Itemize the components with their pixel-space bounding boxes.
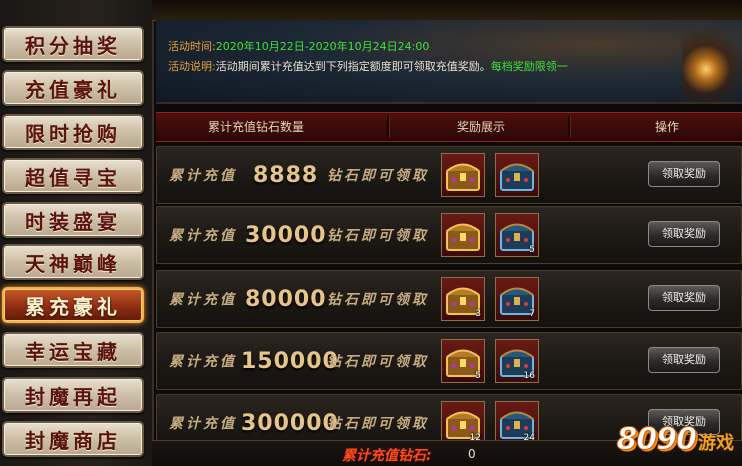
- reward-item[interactable]: 16: [495, 339, 539, 383]
- header-rewards: 奖励展示: [456, 120, 505, 134]
- item-count: 7: [529, 309, 535, 319]
- claim-reward-button[interactable]: 领取奖励: [648, 221, 720, 247]
- sidebar-item-label: 幸运宝藏: [25, 339, 121, 364]
- reward-row: 累计充值 80000 钻石即可领取 3 7 领取奖励: [156, 270, 742, 328]
- sidebar-item-seal-demon-return[interactable]: 封魔再起: [2, 377, 144, 413]
- reward-row: 累计充值 30000 钻石即可领取 5 领取奖励: [156, 206, 742, 264]
- item-count: 3: [475, 309, 481, 319]
- top-title-strip: [152, 0, 742, 21]
- sidebar-item-label: 累充豪礼: [25, 294, 121, 319]
- sidebar-item-label: 限时抢购: [25, 121, 121, 146]
- activity-time-value: 2020年10月22日-2020年10月24日24:00: [215, 40, 430, 53]
- lantern-glow: [682, 20, 742, 102]
- row-amount: 8888: [253, 163, 319, 188]
- reward-item[interactable]: [441, 153, 485, 197]
- row-label: 累计充值: [169, 168, 237, 184]
- header-divider: [568, 116, 571, 138]
- total-recharge-label: 累计充值钻石:: [342, 448, 432, 464]
- reward-row: 累计充值 150000 钻石即可领取 5 16 领取奖励: [156, 332, 742, 390]
- row-label: 累计充值: [169, 354, 237, 370]
- reward-item[interactable]: 3: [441, 277, 485, 321]
- activity-desc-label: 活动说明:: [168, 60, 216, 73]
- sidebar-item-treasure-hunt[interactable]: 超值寻宝: [2, 158, 144, 194]
- reward-item[interactable]: 12: [441, 401, 485, 445]
- reward-item[interactable]: [495, 153, 539, 197]
- sidebar-item-seal-demon-shop[interactable]: 封魔商店: [2, 421, 144, 457]
- activity-panel: 积分抽奖 充值豪礼 限时抢购 超值寻宝 时装盛宴 天神巅峰 累充豪礼 幸运宝藏 …: [0, 0, 742, 466]
- row-suffix: 钻石即可领取: [327, 168, 429, 184]
- item-count: 5: [475, 371, 481, 381]
- header-amount: 累计充值钻石数量: [207, 120, 304, 134]
- row-amount: 80000: [245, 287, 327, 312]
- sidebar-item-points-lottery[interactable]: 积分抽奖: [2, 26, 144, 62]
- claim-reward-button[interactable]: 领取奖励: [648, 161, 720, 187]
- sidebar-item-label: 封魔商店: [25, 428, 121, 453]
- sidebar-item-flash-sale[interactable]: 限时抢购: [2, 114, 144, 150]
- site-logo: 8090 游戏: [616, 422, 734, 462]
- logo-number: 8090: [616, 422, 697, 458]
- sidebar-item-label: 超值寻宝: [25, 165, 121, 190]
- total-recharge-value: 0: [468, 447, 476, 461]
- claim-reward-button[interactable]: 领取奖励: [648, 285, 720, 311]
- row-label: 累计充值: [169, 228, 237, 244]
- row-label: 累计充值: [169, 292, 237, 308]
- sidebar: 积分抽奖 充值豪礼 限时抢购 超值寻宝 时装盛宴 天神巅峰 累充豪礼 幸运宝藏 …: [0, 0, 154, 466]
- activity-desc-value: 活动期间累计充值达到下列指定额度即可领取充值奖励。: [215, 60, 491, 73]
- row-amount: 30000: [245, 223, 327, 248]
- activity-banner: 活动时间:2020年10月22日-2020年10月24日24:00 活动说明:活…: [156, 20, 742, 104]
- activity-desc-note: 每档奖励限领一: [490, 60, 568, 73]
- reward-row: 累计充值 8888 钻石即可领取 领取奖励: [156, 146, 742, 204]
- row-suffix: 钻石即可领取: [327, 354, 429, 370]
- sidebar-item-god-peak[interactable]: 天神巅峰: [2, 244, 144, 280]
- sidebar-item-label: 时装盛宴: [25, 209, 121, 234]
- reward-item[interactable]: 7: [495, 277, 539, 321]
- reward-item[interactable]: 5: [441, 339, 485, 383]
- header-divider: [387, 116, 390, 138]
- logo-text: 游戏: [698, 433, 734, 454]
- sidebar-item-label: 天神巅峰: [25, 251, 121, 276]
- sidebar-item-fashion-feast[interactable]: 时装盛宴: [2, 202, 144, 238]
- item-count: 16: [523, 371, 535, 381]
- activity-time-label: 活动时间:: [168, 40, 216, 53]
- item-count: 5: [529, 245, 535, 255]
- reward-item[interactable]: 24: [495, 401, 539, 445]
- sidebar-item-cumulative-recharge[interactable]: 累充豪礼: [2, 287, 144, 323]
- sidebar-item-label: 充值豪礼: [25, 77, 121, 102]
- sidebar-item-label: 积分抽奖: [25, 33, 121, 58]
- reward-item[interactable]: [441, 213, 485, 257]
- header-action: 操作: [654, 120, 679, 134]
- reward-item[interactable]: 5: [495, 213, 539, 257]
- sidebar-item-label: 封魔再起: [25, 384, 121, 409]
- sidebar-item-recharge-gift[interactable]: 充值豪礼: [2, 70, 144, 106]
- table-header: 累计充值钻石数量 奖励展示 操作: [156, 112, 742, 142]
- row-suffix: 钻石即可领取: [327, 228, 429, 244]
- row-amount: 150000: [241, 349, 339, 374]
- activity-desc-line: 活动说明:活动期间累计充值达到下列指定额度即可领取充值奖励。每档奖励限领一: [168, 58, 568, 74]
- row-suffix: 钻石即可领取: [327, 292, 429, 308]
- sidebar-item-lucky-treasure[interactable]: 幸运宝藏: [2, 332, 144, 368]
- claim-reward-button[interactable]: 领取奖励: [648, 347, 720, 373]
- activity-time-line: 活动时间:2020年10月22日-2020年10月24日24:00: [168, 38, 429, 54]
